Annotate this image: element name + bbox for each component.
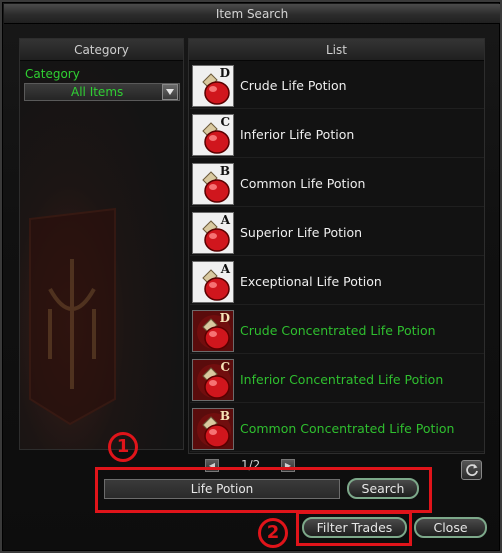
item-name: Common Concentrated Life Potion <box>240 421 455 436</box>
annotation-number-two: 2 <box>258 518 288 548</box>
item-name: Common Life Potion <box>240 176 366 191</box>
grade-label: A <box>220 262 230 276</box>
list-item[interactable]: C Inferior Concentrated Life Potion <box>190 357 484 403</box>
item-name: Crude Life Potion <box>240 78 347 93</box>
list-item[interactable]: D Crude Concentrated Life Potion <box>190 308 484 354</box>
list-item[interactable]: B Common Concentrated Life Potion <box>190 406 484 452</box>
category-header: Category <box>20 39 183 61</box>
category-panel: Category Category All Items <box>19 38 184 450</box>
close-button[interactable]: Close <box>414 517 487 538</box>
category-label: Category <box>25 67 80 81</box>
grade-label: A <box>220 213 230 227</box>
refresh-button[interactable] <box>461 460 482 480</box>
list-item[interactable]: A Exceptional Life Potion <box>190 259 484 305</box>
item-name: Crude Concentrated Life Potion <box>240 323 436 338</box>
grade-label: C <box>220 360 230 374</box>
grade-label: C <box>220 115 230 129</box>
grade-label: D <box>219 66 230 80</box>
potion-icon: A <box>192 212 234 254</box>
grade-label: D <box>219 311 230 325</box>
window-title: Item Search <box>4 4 500 24</box>
potion-icon: A <box>192 261 234 303</box>
item-name: Inferior Concentrated Life Potion <box>240 372 444 387</box>
annotation-box-search <box>95 467 432 513</box>
grade-label: B <box>219 409 230 423</box>
list-item[interactable]: C Inferior Life Potion <box>190 112 484 158</box>
background-crest-icon <box>29 207 116 426</box>
potion-icon: C <box>192 359 234 401</box>
refresh-icon <box>465 464 478 476</box>
item-name: Inferior Life Potion <box>240 127 355 142</box>
potion-icon: B <box>192 408 234 450</box>
chevron-down-icon[interactable] <box>162 84 178 100</box>
grade-label: B <box>219 164 230 178</box>
list-item[interactable]: A Superior Life Potion <box>190 210 484 256</box>
annotation-number-one: 1 <box>108 432 138 462</box>
item-name: Superior Life Potion <box>240 225 363 240</box>
list-item[interactable]: B Common Life Potion <box>190 161 484 207</box>
potion-icon: D <box>192 65 234 107</box>
list-header: List <box>189 39 484 61</box>
category-dropdown[interactable]: All Items <box>24 83 180 101</box>
list-panel: List D Crude Life Potion C Inferior Life Po… <box>188 38 485 454</box>
item-name: Exceptional Life Potion <box>240 274 382 289</box>
category-selected-value: All Items <box>71 85 124 99</box>
potion-icon: C <box>192 114 234 156</box>
list-item[interactable]: D Crude Life Potion <box>190 63 484 109</box>
potion-icon: B <box>192 163 234 205</box>
annotation-box-filter <box>296 511 412 546</box>
potion-icon: D <box>192 310 234 352</box>
